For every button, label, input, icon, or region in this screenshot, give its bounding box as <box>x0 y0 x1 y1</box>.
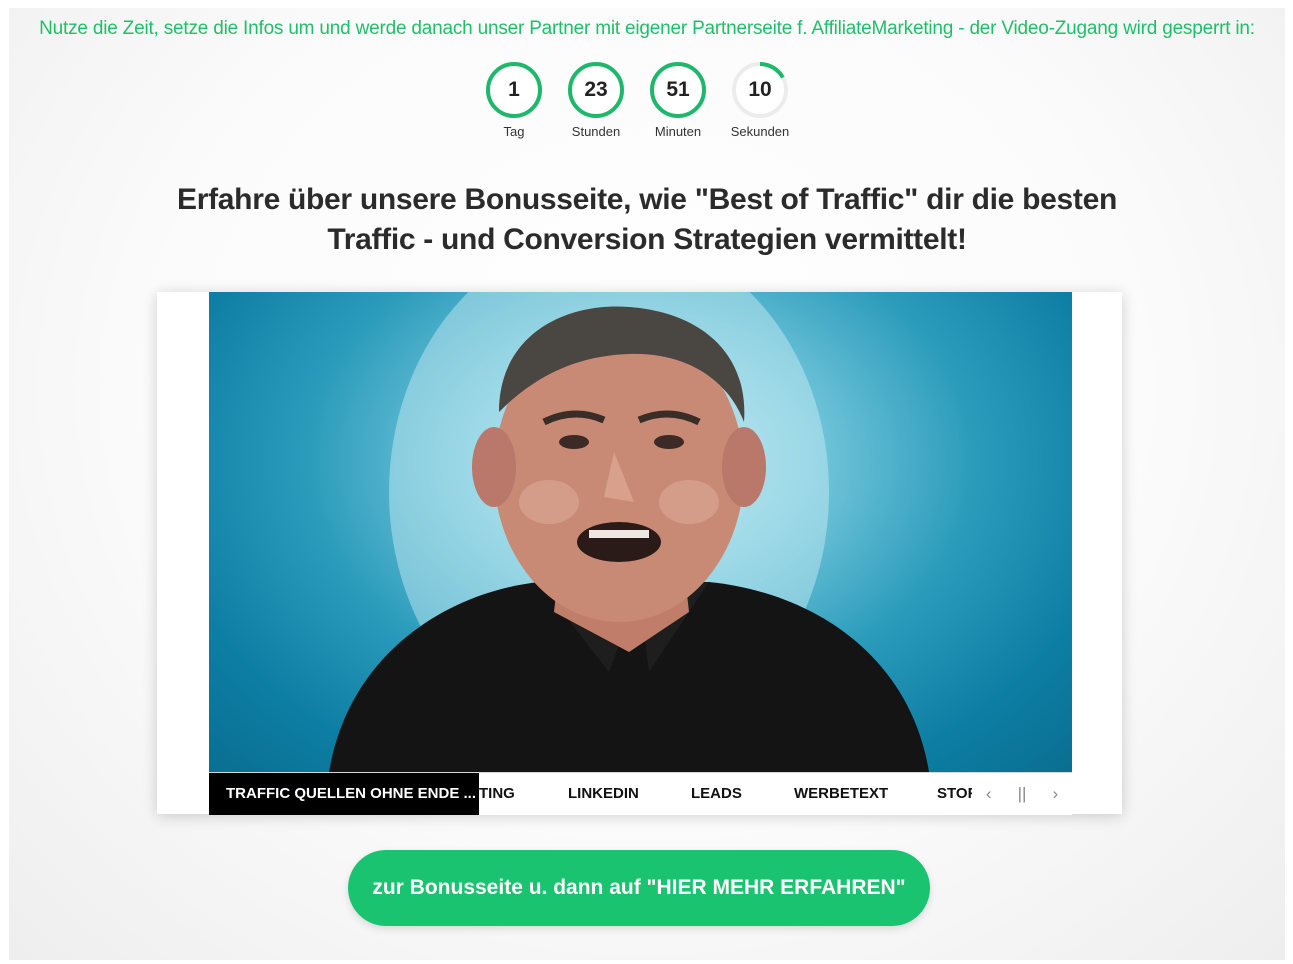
headline-line-2: Traffic - und Conversion Strategien verm… <box>327 223 967 256</box>
bonus-page-button[interactable]: zur Bonusseite u. dann auf "HIER MEHR ER… <box>348 850 930 926</box>
countdown-notice: Nutze die Zeit, setze die Infos um und w… <box>39 18 1255 39</box>
countdown-minutes-value: 51 <box>666 78 690 101</box>
countdown-seconds-value: 10 <box>748 78 772 101</box>
pause-icon[interactable]: || <box>1010 784 1034 804</box>
countdown-ring-hours: 23 <box>567 61 625 119</box>
page-headline: Erfahre über unsere Bonusseite, wie "Bes… <box>9 180 1285 260</box>
countdown-hours-label: Stunden <box>571 124 621 139</box>
page: Nutze die Zeit, setze die Infos um und w… <box>9 8 1285 960</box>
chapter-item-leads[interactable]: LEADS <box>691 773 742 815</box>
video-player: TRAFFIC QUELLEN OHNE ENDE ... TING LINKE… <box>157 292 1122 815</box>
headline-line-1: Erfahre über unsere Bonusseite, wie "Bes… <box>177 183 1117 216</box>
countdown-ring-seconds: 10 <box>731 61 789 119</box>
countdown-days-label: Tag <box>503 124 525 139</box>
chapter-item-active[interactable]: TRAFFIC QUELLEN OHNE ENDE ... <box>209 773 479 815</box>
chevron-right-icon[interactable]: › <box>1043 784 1067 804</box>
countdown-seconds-label: Sekunden <box>730 124 790 139</box>
countdown-seconds: 10 Sekunden <box>731 61 789 139</box>
countdown-ring-days: 1 <box>485 61 543 119</box>
chapter-controls: ‹ || › <box>972 773 1072 815</box>
countdown-days: 1 Tag <box>485 61 543 139</box>
countdown-days-value: 1 <box>508 78 520 101</box>
chapter-item-werbetext[interactable]: WERBETEXT <box>794 773 888 815</box>
countdown-hours: 23 Stunden <box>567 61 625 139</box>
countdown-hours-value: 23 <box>584 78 608 101</box>
chapter-item[interactable]: TING <box>479 773 515 815</box>
chevron-left-icon[interactable]: ‹ <box>977 784 1001 804</box>
countdown-timer: 1 Tag 23 Stunden 51 Minuten 10 Sekunden <box>0 61 1275 139</box>
video-presenter-image <box>329 292 929 772</box>
countdown-minutes-label: Minuten <box>654 124 702 139</box>
countdown-ring-minutes: 51 <box>649 61 707 119</box>
chapter-navigation: TRAFFIC QUELLEN OHNE ENDE ... TING LINKE… <box>209 772 1072 815</box>
chapter-item-linkedin[interactable]: LINKEDIN <box>568 773 639 815</box>
countdown-minutes: 51 Minuten <box>649 61 707 139</box>
video-frame[interactable] <box>209 292 1072 772</box>
